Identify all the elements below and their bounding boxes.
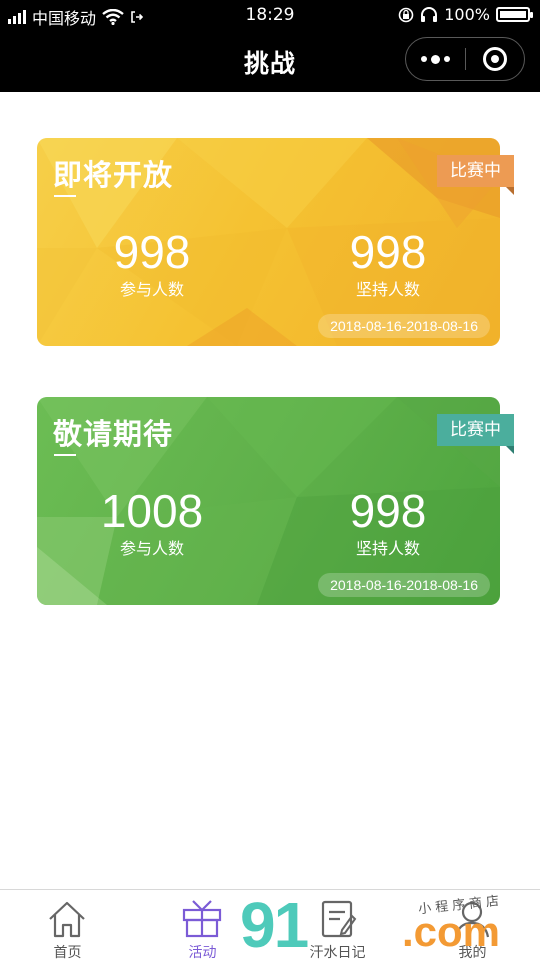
persisting-count: 998 [349,485,427,537]
status-right: 100% [398,5,533,24]
participants-stat: 998 参与人数 [37,226,267,300]
status-badge: 比赛中 [437,155,514,195]
more-icon [420,54,450,64]
challenge-card[interactable]: 敬请期待 1008 参与人数 998 坚持人数 2018-08-16-2018-… [37,397,500,605]
rotation-lock-icon [398,7,414,22]
headphones-icon [421,6,438,22]
tab-activity[interactable]: 活动 [135,890,270,960]
date-range: 2018-08-16-2018-08-16 [318,314,490,338]
persisting-stat: 998 坚持人数 [273,226,500,300]
title-underline [54,195,76,197]
more-button[interactable] [406,38,465,80]
close-miniprogram-button[interactable] [466,38,525,80]
participants-count: 1008 [100,485,204,537]
status-badge: 比赛中 [437,414,514,454]
card-title: 即将开放 [53,158,174,192]
battery-text: 100% [444,5,490,24]
nav-bar: 挑战 [0,30,540,92]
tab-diary[interactable]: 汗水日记 [270,890,405,960]
date-range: 2018-08-16-2018-08-16 [318,573,490,597]
user-icon [454,901,490,938]
gift-icon [182,900,222,938]
tab-label: 活动 [188,945,217,960]
card-title: 敬请期待 [53,417,174,451]
title-underline [54,454,76,456]
screen: 中国移动 18:29 100% 挑战 即将开放 998 参与人数 998 坚持人… [0,0,540,960]
tab-home[interactable]: 首页 [0,890,135,960]
status-bar: 中国移动 18:29 100% [0,0,540,30]
target-icon [482,47,507,71]
participants-count: 998 [113,226,191,278]
persisting-label: 坚持人数 [355,280,420,299]
tab-label: 汗水日记 [309,945,366,960]
top-bar: 中国移动 18:29 100% 挑战 [0,0,540,92]
tab-bar: 首页 活动 汗水日记 我的 [0,889,540,960]
diary-icon [321,900,357,938]
persisting-count: 998 [349,226,427,278]
participants-stat: 1008 参与人数 [37,485,267,559]
tab-mine[interactable]: 我的 [405,890,540,960]
capsule-menu [405,37,525,81]
home-icon [49,901,85,938]
persisting-stat: 998 坚持人数 [273,485,500,559]
persisting-label: 坚持人数 [355,539,420,558]
tab-label: 我的 [458,945,487,960]
battery-icon [496,7,533,22]
challenge-card[interactable]: 即将开放 998 参与人数 998 坚持人数 2018-08-16-2018-0… [37,138,500,346]
tab-label: 首页 [53,945,82,960]
participants-label: 参与人数 [119,539,184,558]
participants-label: 参与人数 [119,280,184,299]
